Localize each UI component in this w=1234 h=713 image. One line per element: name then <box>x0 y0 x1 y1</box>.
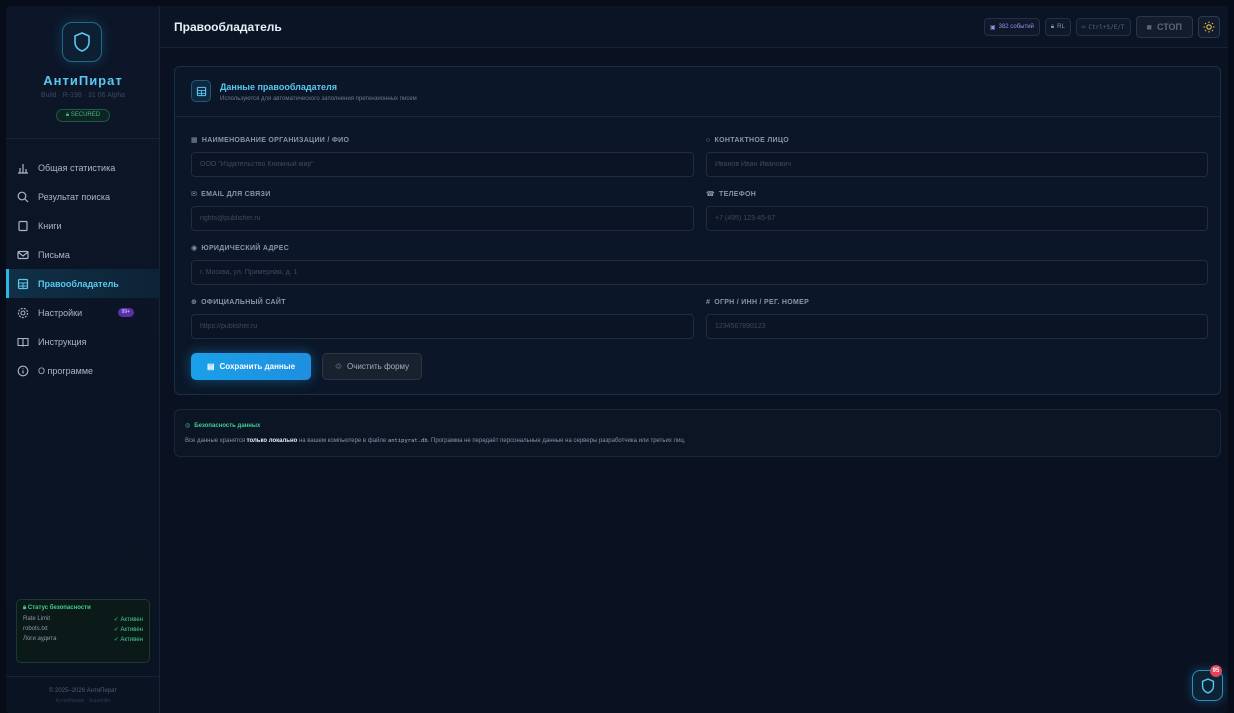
authors: КуталИнамо · Supernito <box>55 698 111 704</box>
check-circle-icon: ✓ <box>113 627 119 633</box>
sidebar-item-rightsholder[interactable]: Правообладатель <box>6 269 160 298</box>
legal-address-input[interactable] <box>191 260 1208 285</box>
shield-icon <box>74 32 90 52</box>
sidebar-item-label: Результат поиска <box>38 191 110 202</box>
save-icon: ▤ <box>206 362 215 371</box>
registration-number-input[interactable] <box>706 314 1208 339</box>
shortcut-hint[interactable]: ⌨ Ctrl+S/E/T <box>1075 18 1131 36</box>
sidebar: АнтиПират Build · R-198 · 31 06 Alpha 🔒︎… <box>6 6 160 713</box>
info-icon <box>16 364 30 378</box>
book-icon <box>16 219 30 233</box>
events-counter[interactable]: ▣ 382 событий <box>983 18 1040 36</box>
card-subtitle: Используются для автоматического заполне… <box>220 96 417 102</box>
data-security-notice: ◎ Безопасность данных Все данные хранятс… <box>174 409 1221 457</box>
mail-icon <box>16 248 30 262</box>
globe-icon: ⊕ <box>191 299 198 306</box>
sidebar-item-stats[interactable]: Общая статистика <box>6 153 160 182</box>
app-build: Build · R-198 · 31 06 Alpha <box>40 92 126 99</box>
building-icon <box>191 80 211 102</box>
save-button[interactable]: ▤ Сохранить данные <box>191 353 311 380</box>
mail-icon: ✉ <box>191 191 198 198</box>
topbar-actions: ▣ 382 событий 🔒︎ RL ⌨ Ctrl+S/E/T ■ СТОП <box>983 16 1220 38</box>
website-input[interactable] <box>191 314 694 339</box>
org-name-input[interactable] <box>191 152 694 177</box>
check-circle-icon: ✓ <box>113 637 119 643</box>
email-input[interactable] <box>191 206 694 231</box>
security-row: Логи аудита ✓ Активен <box>23 636 143 643</box>
org-field: ▦ НАИМЕНОВАНИЕ ОРГАНИЗАЦИИ / ФИО <box>191 135 694 177</box>
building-icon: ▦ <box>191 137 198 144</box>
sidebar-item-label: О программе <box>38 365 94 376</box>
app-window: АнтиПират Build · R-198 · 31 06 Alpha 🔒︎… <box>6 6 1228 713</box>
sidebar-item-about[interactable]: О программе <box>6 356 160 385</box>
sidebar-item-books[interactable]: Книги <box>6 211 160 240</box>
search-icon <box>16 190 30 204</box>
security-row: robots.txt ✓ Активен <box>23 626 143 633</box>
bar-chart-icon <box>16 161 30 175</box>
phone-icon: ☎ <box>706 191 716 198</box>
card-title: Данные правообладателя <box>220 82 337 92</box>
clear-form-button[interactable]: ♲ Очистить форму <box>322 353 422 380</box>
sidebar-item-label: Письма <box>38 249 70 260</box>
app-logo <box>62 22 102 62</box>
keyboard-icon: ⌨ <box>1081 23 1086 31</box>
calendar-icon: ▣ <box>989 24 996 31</box>
stop-button[interactable]: ■ СТОП <box>1135 16 1193 38</box>
ogrn-field: # ОГРН / ИНН / РЕГ. НОМЕР <box>706 297 1208 339</box>
site-field: ⊕ ОФИЦИАЛЬНЫЙ САЙТ <box>191 297 694 339</box>
notification-badge: 95 <box>1210 665 1222 677</box>
shield-icon: ◎ <box>185 423 191 429</box>
divider <box>6 676 160 677</box>
sidebar-item-label: Инструкция <box>38 336 87 347</box>
secured-badge: 🔒︎ SECURED <box>56 109 110 122</box>
sidebar-nav: Общая статистика Результат поиска Книги … <box>6 153 160 385</box>
notice-title: ◎ Безопасность данных <box>185 422 261 430</box>
sidebar-item-label: Книги <box>38 220 62 231</box>
contact-person-input[interactable] <box>706 152 1208 177</box>
sun-icon <box>1203 21 1215 33</box>
divider <box>6 138 160 139</box>
copyright: © 2025–2026 АнтиПират <box>48 688 118 694</box>
address-field: ◉ ЮРИДИЧЕСКИЙ АДРЕС <box>191 243 1208 285</box>
app-name: АнтиПират <box>43 73 123 88</box>
lock-icon: 🔒︎ <box>23 605 27 611</box>
shield-icon <box>1201 677 1214 694</box>
email-field: ✉ EMAIL ДЛЯ СВЯЗИ <box>191 189 694 231</box>
card-header: Данные правообладателя Используются для … <box>175 67 1220 117</box>
sidebar-item-letters[interactable]: Письма <box>6 240 160 269</box>
phone-input[interactable] <box>706 206 1208 231</box>
security-status-title: 🔒︎ Статус безопасности <box>23 605 91 611</box>
sidebar-item-search-results[interactable]: Результат поиска <box>6 182 160 211</box>
theme-toggle-button[interactable] <box>1198 16 1220 38</box>
locale-toggle[interactable]: 🔒︎ RL <box>1044 18 1071 36</box>
gear-icon <box>16 306 30 320</box>
sidebar-item-instructions[interactable]: Инструкция <box>6 327 160 356</box>
sidebar-item-label: Общая статистика <box>38 162 116 173</box>
security-row: Rate Limit ✓ Активен <box>23 616 143 623</box>
trash-icon: ♲ <box>334 362 343 371</box>
secured-label: SECURED <box>70 112 101 118</box>
phone-field: ☎ ТЕЛЕФОН <box>706 189 1208 231</box>
page-title: Правообладатель <box>174 20 282 34</box>
lock-icon: 🔒︎ <box>65 112 70 118</box>
notice-text: Все данные хранятся только локально на в… <box>185 438 686 444</box>
sidebar-item-settings[interactable]: Настройки 99+ <box>6 298 160 327</box>
lock-icon: 🔒︎ <box>1050 23 1055 30</box>
settings-badge: 99+ <box>117 308 134 317</box>
sidebar-item-label: Правообладатель <box>38 278 119 289</box>
topbar: Правообладатель ▣ 382 событий 🔒︎ RL ⌨ Ct… <box>160 6 1228 48</box>
rightsholder-form-card: Данные правообладателя Используются для … <box>174 66 1221 395</box>
security-status-panel: 🔒︎ Статус безопасности Rate Limit ✓ Акти… <box>16 599 150 663</box>
building-icon <box>16 277 30 291</box>
hash-icon: # <box>706 298 711 306</box>
check-circle-icon: ✓ <box>113 617 119 623</box>
stop-icon: ■ <box>1146 22 1152 32</box>
location-pin-icon: ◉ <box>191 245 198 252</box>
sidebar-item-label: Настройки <box>38 307 83 318</box>
contact-field: ○ КОНТАКТНОЕ ЛИЦО <box>706 135 1208 177</box>
user-icon: ○ <box>706 136 711 144</box>
open-book-icon <box>16 335 30 349</box>
